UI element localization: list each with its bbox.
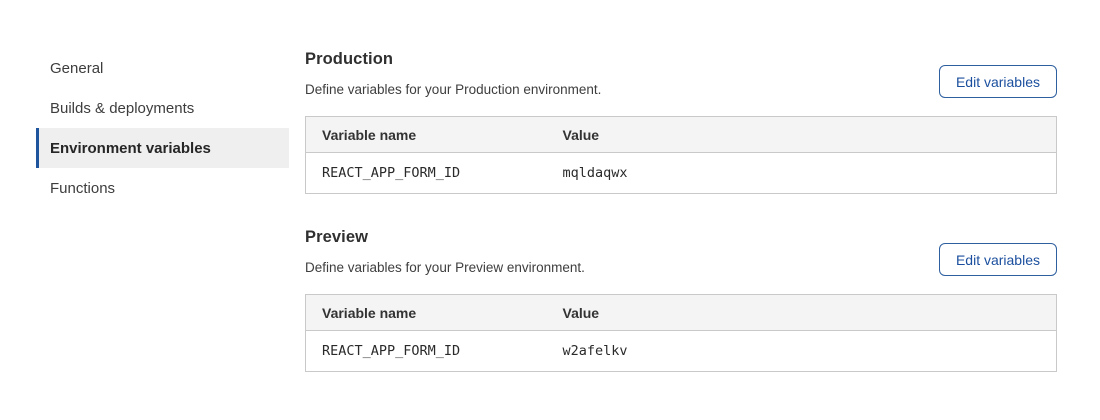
sidebar-item-general[interactable]: General bbox=[36, 48, 289, 88]
variable-name-cell: REACT_APP_FORM_ID bbox=[306, 331, 547, 372]
edit-variables-button-production[interactable]: Edit variables bbox=[939, 65, 1057, 98]
production-section: Production Define variables for your Pro… bbox=[305, 48, 1057, 194]
variable-value-cell: w2afelkv bbox=[547, 331, 1057, 372]
preview-section: Preview Define variables for your Previe… bbox=[305, 226, 1057, 372]
sidebar-item-functions[interactable]: Functions bbox=[36, 168, 289, 208]
sidebar-item-environment-variables[interactable]: Environment variables bbox=[36, 128, 289, 168]
column-header-variable-name: Variable name bbox=[306, 295, 547, 331]
column-header-variable-name: Variable name bbox=[306, 117, 547, 153]
table-row: REACT_APP_FORM_ID mqldaqwx bbox=[306, 153, 1057, 194]
settings-sidebar: General Builds & deployments Environment… bbox=[36, 48, 289, 208]
edit-variables-button-preview[interactable]: Edit variables bbox=[939, 243, 1057, 276]
variable-value-cell: mqldaqwx bbox=[547, 153, 1057, 194]
column-header-value: Value bbox=[547, 295, 1057, 331]
variable-name-cell: REACT_APP_FORM_ID bbox=[306, 153, 547, 194]
production-variables-table: Variable name Value REACT_APP_FORM_ID mq… bbox=[305, 116, 1057, 194]
table-header-row: Variable name Value bbox=[306, 295, 1057, 331]
column-header-value: Value bbox=[547, 117, 1057, 153]
table-header-row: Variable name Value bbox=[306, 117, 1057, 153]
table-row: REACT_APP_FORM_ID w2afelkv bbox=[306, 331, 1057, 372]
preview-variables-table: Variable name Value REACT_APP_FORM_ID w2… bbox=[305, 294, 1057, 372]
sidebar-item-builds-deployments[interactable]: Builds & deployments bbox=[36, 88, 289, 128]
